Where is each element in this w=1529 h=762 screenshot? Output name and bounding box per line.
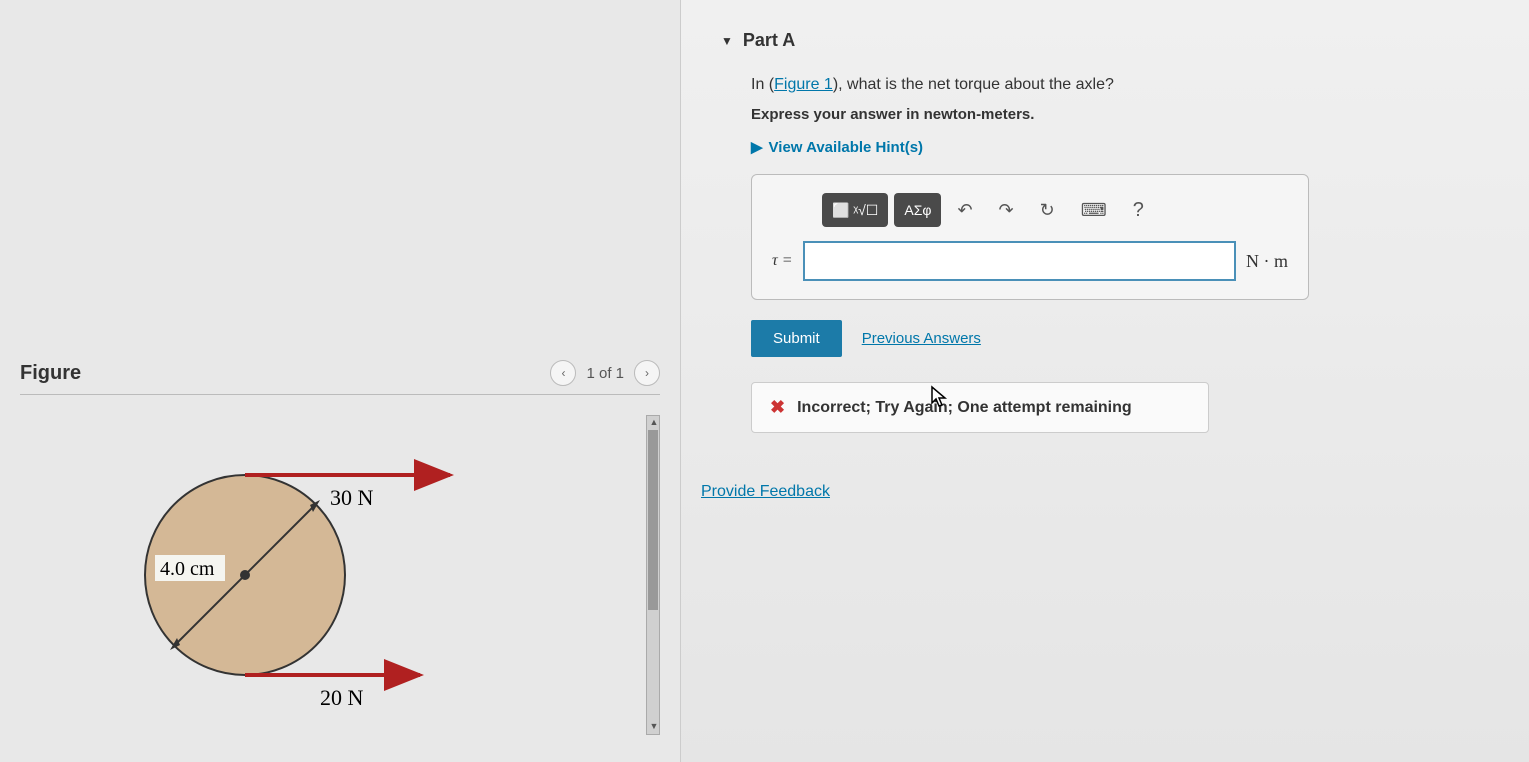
tau-label: τ = [772, 252, 793, 270]
view-hints-button[interactable]: ▶ View Available Hint(s) [751, 138, 1489, 156]
figure-link[interactable]: Figure 1 [774, 76, 833, 93]
keyboard-button[interactable]: ⌨ [1071, 193, 1117, 227]
submit-button[interactable]: Submit [751, 320, 842, 357]
chevron-left-icon: ‹ [561, 366, 565, 380]
figure-header: Figure ‹ 1 of 1 › [20, 360, 660, 395]
incorrect-icon: ✖ [770, 397, 785, 418]
provide-feedback-link[interactable]: Provide Feedback [701, 483, 830, 500]
figure-panel: Figure ‹ 1 of 1 › [0, 0, 680, 762]
answer-input[interactable] [803, 241, 1236, 281]
caret-right-icon: ▶ [751, 138, 763, 156]
hints-label: View Available Hint(s) [769, 139, 924, 156]
figure-scrollbar[interactable]: ▲ ▼ [646, 415, 660, 735]
scrollbar-thumb[interactable] [648, 430, 658, 610]
feedback-message: Incorrect; Try Again; One attempt remain… [797, 399, 1132, 417]
undo-button[interactable]: ↶ [947, 193, 982, 227]
feedback-box: ✖ Incorrect; Try Again; One attempt rema… [751, 382, 1209, 433]
units-label: N · m [1246, 251, 1288, 272]
equation-toolbar: ⬜ ᵡ√☐ ΑΣφ ↶ ↷ ↻ ⌨ ? [822, 193, 1288, 227]
express-instruction: Express your answer in newton-meters. [751, 106, 1489, 123]
reset-button[interactable]: ↻ [1030, 193, 1065, 227]
figure-count: 1 of 1 [586, 365, 624, 382]
physics-diagram: 30 N 20 N 4.0 cm [20, 415, 640, 735]
force-bottom-label: 20 N [320, 685, 364, 710]
scroll-up-icon: ▲ [648, 417, 660, 429]
help-button[interactable]: ? [1133, 199, 1144, 222]
question-prefix: In ( [751, 76, 774, 93]
figure-content: 30 N 20 N 4.0 cm ▲ ▼ [20, 415, 660, 755]
scroll-down-icon: ▼ [648, 721, 660, 733]
previous-answers-link[interactable]: Previous Answers [862, 330, 981, 347]
part-header[interactable]: ▼ Part A [721, 30, 1489, 51]
radius-label: 4.0 cm [160, 558, 215, 580]
caret-down-icon: ▼ [721, 34, 733, 48]
templates-button[interactable]: ⬜ ᵡ√☐ [822, 193, 888, 227]
question-panel: ▼ Part A In (Figure 1), what is the net … [680, 0, 1529, 762]
figure-nav: ‹ 1 of 1 › [550, 360, 660, 386]
force-top-label: 30 N [330, 485, 374, 510]
figure-prev-button[interactable]: ‹ [550, 360, 576, 386]
figure-title: Figure [20, 362, 81, 385]
figure-next-button[interactable]: › [634, 360, 660, 386]
submit-row: Submit Previous Answers [751, 320, 1489, 357]
question-suffix: ), what is the net torque about the axle… [833, 76, 1114, 93]
symbols-button[interactable]: ΑΣφ [894, 193, 941, 227]
input-row: τ = N · m [772, 241, 1288, 281]
redo-button[interactable]: ↷ [989, 193, 1024, 227]
chevron-right-icon: › [645, 366, 649, 380]
part-title: Part A [743, 30, 795, 51]
question-text: In (Figure 1), what is the net torque ab… [751, 76, 1489, 94]
answer-box: ⬜ ᵡ√☐ ΑΣφ ↶ ↷ ↻ ⌨ ? τ = N · m [751, 174, 1309, 300]
